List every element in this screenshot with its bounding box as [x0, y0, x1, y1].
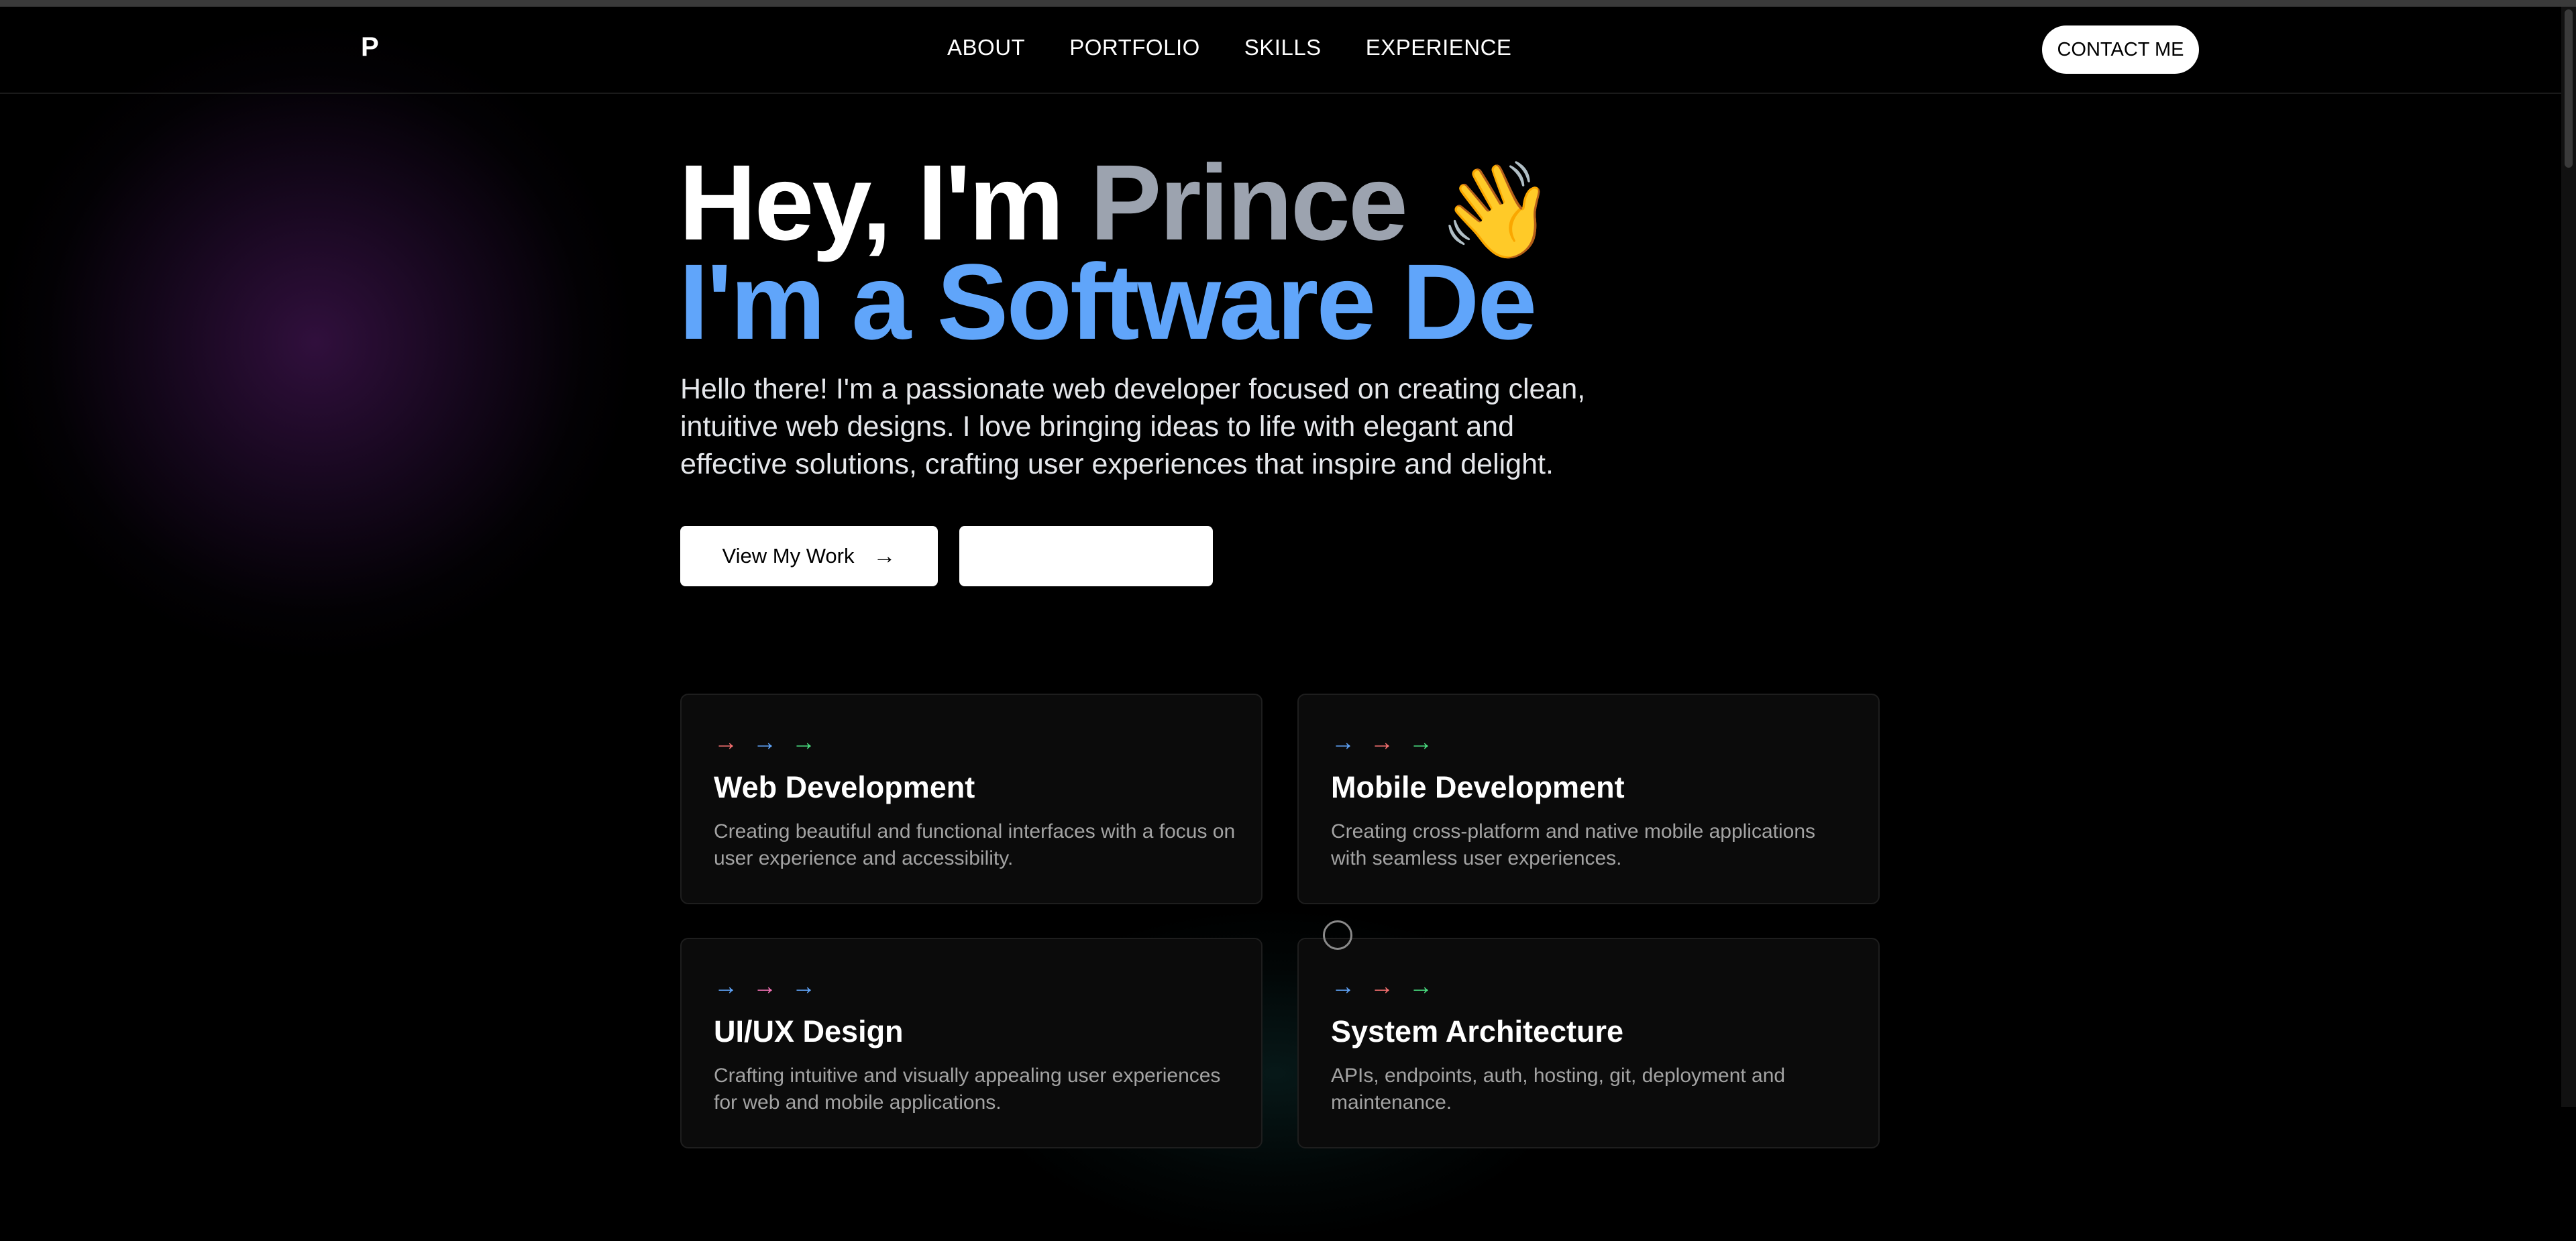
card-arrows: → → →	[1331, 730, 1433, 754]
contact-me-button[interactable]: CONTACT ME	[2042, 25, 2199, 74]
card-arrows: → → →	[714, 730, 816, 754]
card-arrows: → → →	[1331, 974, 1433, 998]
card-description: APIs, endpoints, auth, hosting, git, dep…	[1331, 1065, 1786, 1114]
navbar: P ABOUT PORTFOLIO SKILLS EXPERIENCE CONT…	[0, 7, 2561, 94]
view-my-work-button[interactable]: View My Work →	[680, 526, 938, 586]
page-scrollbar[interactable]	[2561, 7, 2576, 1107]
card-title: UI/UX Design	[714, 1014, 904, 1048]
arrow-right-icon: →	[1370, 728, 1394, 755]
nav-link-portfolio[interactable]: PORTFOLIO	[1069, 35, 1200, 60]
nav-links: ABOUT PORTFOLIO SKILLS EXPERIENCE	[947, 35, 1511, 60]
arrow-right-icon: →	[1409, 728, 1433, 755]
service-card-system-architecture: → → → System Architecture APIs, endpoint…	[1297, 938, 1880, 1148]
arrow-right-icon: →	[1409, 972, 1433, 1000]
arrow-right-icon: →	[792, 972, 816, 1000]
card-arrows: → → →	[714, 974, 816, 998]
card-description: Creating beautiful and functional interf…	[714, 820, 1236, 869]
custom-cursor-ring	[1323, 920, 1352, 950]
card-title: System Architecture	[1331, 1014, 1624, 1048]
arrow-right-icon: →	[1331, 972, 1355, 1000]
nav-link-about[interactable]: ABOUT	[947, 35, 1025, 60]
nav-link-experience[interactable]: EXPERIENCE	[1366, 35, 1512, 60]
background-glow-purple	[0, 27, 631, 657]
nav-link-skills[interactable]: SKILLS	[1244, 35, 1322, 60]
arrow-right-icon: →	[753, 972, 777, 1000]
card-description: Crafting intuitive and visually appealin…	[714, 1065, 1221, 1114]
service-card-web-development: → → → Web Development Creating beautiful…	[680, 694, 1263, 904]
arrow-right-icon: →	[753, 728, 777, 755]
site-logo[interactable]: P	[361, 32, 379, 62]
service-card-mobile-development: → → → Mobile Development Creating cross-…	[1297, 694, 1880, 904]
arrow-right-icon: →	[714, 728, 738, 755]
browser-top-strip	[0, 0, 2576, 7]
arrow-right-icon: →	[873, 543, 896, 569]
hero-typed-role: I'm a Software De	[679, 241, 1537, 362]
card-title: Web Development	[714, 770, 975, 804]
arrow-right-icon: →	[1331, 728, 1355, 755]
card-description: Creating cross-platform and native mobil…	[1331, 820, 1816, 869]
arrow-right-icon: →	[1370, 972, 1394, 1000]
service-card-ui-ux-design: → → → UI/UX Design Crafting intuitive an…	[680, 938, 1263, 1148]
arrow-right-icon: →	[714, 972, 738, 1000]
scrollbar-thumb[interactable]	[2565, 9, 2573, 168]
card-title: Mobile Development	[1331, 770, 1625, 804]
arrow-right-icon: →	[792, 728, 816, 755]
hero-description: Hello there! I'm a passionate web develo…	[680, 373, 1586, 480]
view-my-work-label: View My Work	[722, 544, 855, 568]
secondary-button[interactable]	[959, 526, 1213, 586]
